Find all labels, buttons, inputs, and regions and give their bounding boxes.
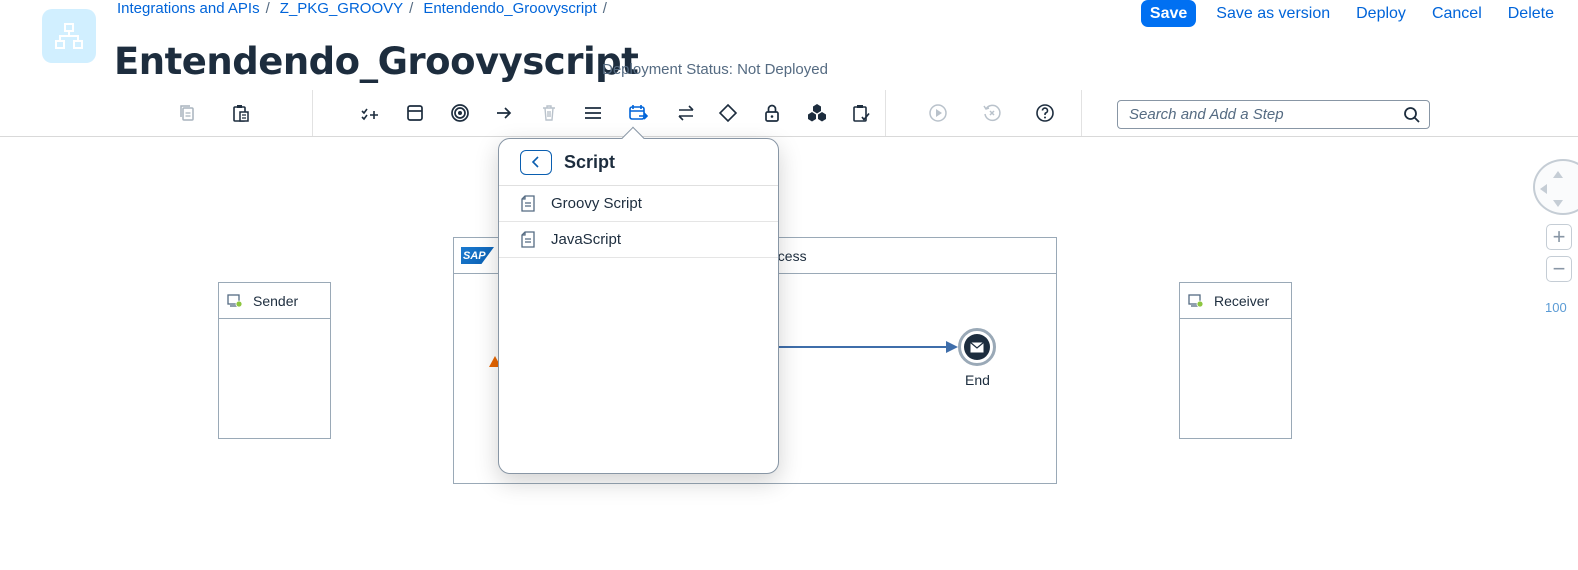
zoom-out-button[interactable]: − bbox=[1546, 256, 1572, 282]
toolbar-separator bbox=[885, 90, 886, 136]
sequence-flow-arrowhead bbox=[946, 341, 958, 353]
sender-header: Sender bbox=[219, 283, 330, 319]
document-icon bbox=[521, 231, 535, 248]
delete-button[interactable]: Delete bbox=[1508, 5, 1554, 23]
script-step-popover: Script Groovy Script JavaScript bbox=[498, 126, 779, 474]
help-icon[interactable] bbox=[1032, 100, 1058, 126]
integration-flow-app-icon bbox=[42, 9, 96, 63]
deploy-button[interactable]: Deploy bbox=[1356, 5, 1406, 23]
save-button[interactable]: Save bbox=[1140, 0, 1197, 27]
popover-header: Script bbox=[499, 139, 778, 186]
search-icon[interactable] bbox=[1403, 106, 1421, 124]
pan-navigation-control[interactable] bbox=[1533, 159, 1578, 215]
breadcrumb-link-integrations[interactable]: Integrations and APIs bbox=[117, 0, 260, 17]
gateway-diamond-icon[interactable] bbox=[715, 100, 741, 126]
participant-system-icon bbox=[227, 293, 243, 307]
hierarchy-icon bbox=[55, 23, 83, 49]
breadcrumb-separator: / bbox=[602, 0, 607, 17]
simulation-stop-icon[interactable] bbox=[979, 100, 1005, 126]
breadcrumb: Integrations and APIs / Z_PKG_GROOVY / Ent… bbox=[117, 0, 611, 17]
paste-icon[interactable] bbox=[228, 100, 254, 126]
header-actions: Save Save as version Deploy Cancel Delet… bbox=[1140, 0, 1554, 27]
envelope-icon bbox=[970, 341, 984, 352]
participants-add-icon[interactable] bbox=[357, 100, 383, 126]
toolbar-separator bbox=[1081, 90, 1082, 136]
sender-participant[interactable]: Sender bbox=[218, 282, 331, 439]
script-calendar-icon[interactable] bbox=[625, 100, 651, 126]
menu-item-label: JavaScript bbox=[551, 231, 622, 248]
breadcrumb-separator: / bbox=[409, 0, 414, 17]
persistence-cubes-icon[interactable] bbox=[804, 100, 830, 126]
cancel-button[interactable]: Cancel bbox=[1432, 5, 1482, 23]
zoom-in-button[interactable]: + bbox=[1546, 224, 1572, 250]
end-event-label: End bbox=[965, 372, 990, 388]
sender-label: Sender bbox=[253, 292, 299, 309]
editor-toolbar bbox=[0, 90, 1578, 137]
integration-flow-canvas[interactable]: Sender SAP ocess End Receiver + − 100 bbox=[0, 137, 1578, 570]
receiver-participant[interactable]: Receiver bbox=[1179, 282, 1292, 439]
back-button[interactable] bbox=[520, 149, 552, 175]
step-search-field[interactable] bbox=[1117, 100, 1430, 129]
document-icon bbox=[521, 195, 535, 212]
page-title: Entendendo_Groovyscript bbox=[114, 40, 639, 83]
popover-title: Script bbox=[564, 151, 616, 172]
step-search-input[interactable] bbox=[1129, 106, 1399, 123]
swap-arrows-icon[interactable] bbox=[673, 100, 699, 126]
breadcrumb-separator: / bbox=[265, 0, 270, 17]
menu-item-javascript[interactable]: JavaScript bbox=[499, 222, 778, 258]
save-as-version-button[interactable]: Save as version bbox=[1216, 5, 1330, 23]
events-target-icon[interactable] bbox=[447, 100, 473, 126]
sap-logo: SAP bbox=[461, 247, 494, 264]
delete-icon[interactable] bbox=[536, 100, 562, 126]
end-event-fill bbox=[964, 334, 990, 360]
participant-system-icon bbox=[1188, 293, 1204, 307]
connector-arrow-icon[interactable] bbox=[491, 100, 517, 126]
breadcrumb-link-package[interactable]: Z_PKG_GROOVY bbox=[280, 0, 403, 17]
end-message-event[interactable] bbox=[958, 328, 996, 366]
menu-item-groovy-script[interactable]: Groovy Script bbox=[499, 186, 778, 222]
breadcrumb-link-iflow[interactable]: Entendendo_Groovyscript bbox=[423, 0, 596, 17]
lock-icon[interactable] bbox=[759, 100, 785, 126]
validation-clipboard-icon[interactable] bbox=[848, 100, 874, 126]
process-icon[interactable] bbox=[402, 100, 428, 126]
zoom-level: 100 bbox=[1545, 300, 1567, 315]
receiver-label: Receiver bbox=[1214, 292, 1270, 309]
pan-arrows-icon[interactable] bbox=[1538, 167, 1578, 207]
sequence-flow[interactable] bbox=[774, 346, 954, 348]
simulation-play-icon[interactable] bbox=[925, 100, 951, 126]
chevron-left-icon bbox=[531, 156, 539, 168]
toolbar-separator bbox=[312, 90, 313, 136]
copy-icon[interactable] bbox=[174, 100, 200, 126]
receiver-header: Receiver bbox=[1180, 283, 1291, 319]
deployment-status: Deployment Status: Not Deployed bbox=[602, 61, 828, 78]
menu-icon[interactable] bbox=[580, 100, 606, 126]
menu-item-label: Groovy Script bbox=[551, 195, 642, 212]
